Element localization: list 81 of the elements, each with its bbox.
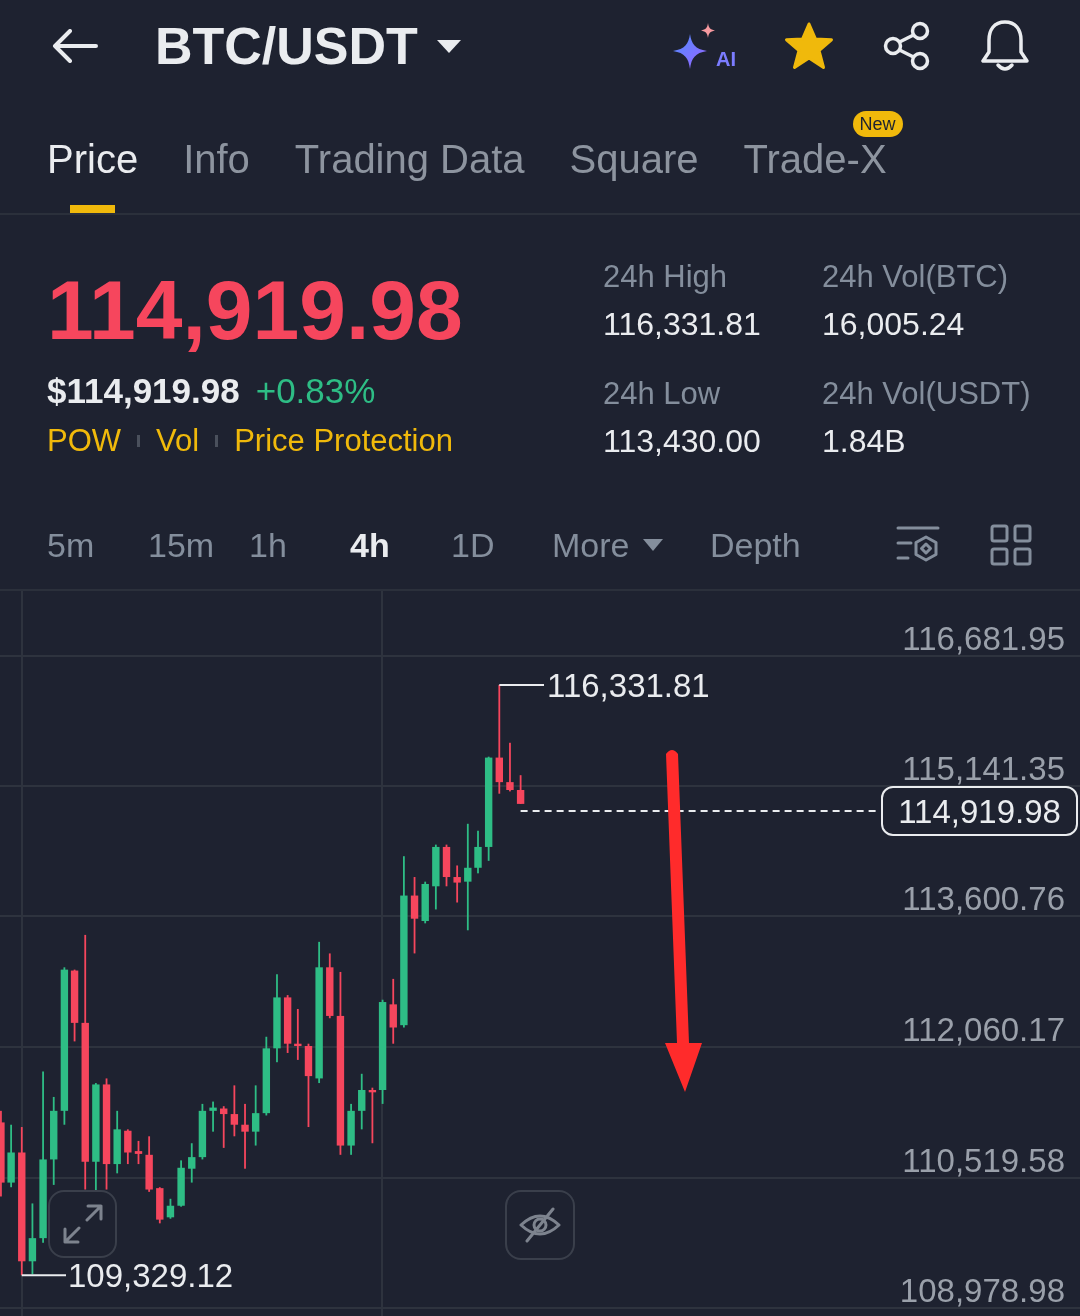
star-icon[interactable] <box>784 22 834 70</box>
candle <box>241 1103 249 1169</box>
interval-tab[interactable]: 15m <box>148 527 215 562</box>
candle <box>166 1198 175 1219</box>
candle <box>124 1129 132 1165</box>
back-arrow-icon[interactable] <box>52 29 98 63</box>
high-price-label: 116,331.81 <box>547 670 710 702</box>
caret-icon <box>643 538 664 551</box>
last-price-tag: 114,919.98 <box>881 786 1078 836</box>
last-price: 114,919.98 <box>47 268 463 352</box>
price-axis-label: 108,978.98 <box>899 1276 1065 1306</box>
candle <box>198 1103 207 1160</box>
tab[interactable]: Info <box>183 139 250 213</box>
candle <box>7 1124 15 1188</box>
tab[interactable]: Price <box>47 139 139 213</box>
interval-tab[interactable]: 1D <box>451 527 495 562</box>
tag-link[interactable]: Vol <box>156 423 200 459</box>
share-icon[interactable] <box>882 21 932 71</box>
candle <box>358 1073 366 1130</box>
stat-value: 1.84B <box>822 423 906 459</box>
candle <box>188 1143 196 1183</box>
eye-slash-icon <box>519 1207 561 1243</box>
candle <box>177 1160 185 1207</box>
stat-label: 24h Low <box>603 376 721 412</box>
leader-line <box>20 1274 67 1277</box>
expand-button[interactable] <box>48 1190 117 1258</box>
stat-label: 24h Vol(BTC) <box>822 259 1009 295</box>
candle <box>326 953 334 1019</box>
grid-icon[interactable] <box>990 523 1032 566</box>
price-axis-label: 110,519.58 <box>902 1146 1065 1176</box>
stat-value: 116,331.81 <box>603 306 761 342</box>
candle <box>442 844 451 887</box>
tag-link[interactable]: Price Protection <box>234 423 453 459</box>
price-axis-label: 113,600.76 <box>902 884 1065 914</box>
candle <box>347 1103 355 1155</box>
tag-link[interactable]: POW <box>47 423 122 459</box>
leader-line <box>498 683 545 686</box>
tab[interactable]: Trade-X <box>743 139 887 213</box>
price-change: +0.83% <box>255 370 376 412</box>
sparkle-icon <box>672 22 716 70</box>
tab[interactable]: Trading Data <box>294 139 525 213</box>
stat-label: 24h Vol(USDT) <box>822 376 1031 412</box>
view-tab[interactable]: Depth <box>710 527 801 562</box>
ai-button[interactable]: AI <box>672 22 736 70</box>
price-axis-label: 112,060.17 <box>902 1015 1065 1045</box>
stat-value: 113,430.00 <box>603 423 761 459</box>
candle <box>220 1106 228 1148</box>
new-badge: New <box>852 111 903 137</box>
caret-icon <box>435 38 462 54</box>
interval-tab[interactable]: 5m <box>47 527 95 562</box>
candle <box>389 978 397 1044</box>
low-price-label: 109,329.12 <box>68 1260 234 1292</box>
interval-tab[interactable]: 4h <box>350 527 390 562</box>
price-axis-label: 115,141.35 <box>902 754 1065 784</box>
bell-icon[interactable] <box>980 19 1030 73</box>
candle <box>421 881 429 924</box>
candle <box>145 1136 153 1192</box>
usd-price: $114,919.98 <box>47 370 240 412</box>
candle <box>113 1110 121 1174</box>
stat-label: 24h High <box>603 259 728 295</box>
candle <box>474 830 482 874</box>
interval-tab[interactable]: 1h <box>249 527 287 562</box>
candle <box>294 1009 302 1060</box>
more-dropdown[interactable]: More <box>552 527 664 562</box>
diagonal-arrows-icon <box>62 1204 103 1244</box>
candle <box>156 1187 164 1224</box>
candle <box>283 995 292 1053</box>
stat-value: 16,005.24 <box>822 306 965 342</box>
candle <box>209 1101 217 1132</box>
candle <box>251 1085 260 1146</box>
pair-selector[interactable]: BTC/USDT <box>155 20 462 72</box>
candle <box>432 844 440 910</box>
candle <box>230 1085 239 1137</box>
price-axis-label: 116,681.95 <box>902 624 1065 654</box>
candle <box>134 1140 143 1165</box>
hide-button[interactable] <box>505 1190 575 1260</box>
candle <box>516 775 525 804</box>
candle <box>453 865 461 903</box>
candle <box>28 1203 37 1275</box>
tab[interactable]: Square <box>569 139 699 213</box>
candle <box>506 742 514 792</box>
